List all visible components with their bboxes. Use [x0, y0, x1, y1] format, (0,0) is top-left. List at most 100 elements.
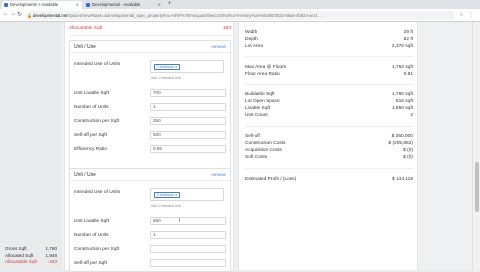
remove-unit-link[interactable]: remove — [211, 44, 226, 49]
chevron-down-icon: ▾ — [175, 193, 177, 197]
efficiency-ratio-input[interactable]: 0.85 — [150, 145, 226, 153]
close-tab-icon[interactable]: ✕ — [158, 1, 161, 9]
intended-use-select[interactable]: 1 bedroom▾ — [150, 60, 224, 73]
result-row: Buildable Sqft 1,760 sqft — [245, 92, 413, 97]
intended-use-label: Intended Use of Units — [74, 62, 121, 67]
result-value: $ (0) — [403, 155, 413, 160]
remove-unit-link[interactable]: remove — [211, 172, 226, 177]
number-of-units-label: Number of Units — [74, 105, 109, 110]
construction-per-sqft-input[interactable] — [150, 245, 226, 253]
result-label: Livable Sqft — [245, 106, 271, 111]
intended-use-chip[interactable]: 1 bedroom▾ — [154, 64, 180, 70]
page: Gross Sqft 1,760 Allocated Sqft 1,948 Al… — [0, 22, 480, 272]
summary-label: Allocatable Sqft — [5, 259, 37, 264]
favicon-icon — [86, 3, 90, 7]
selloff-per-sqft-input[interactable]: 500 — [150, 131, 226, 139]
forward-icon[interactable]: → — [10, 11, 16, 17]
summary-row: Allocatable Sqft -183 — [5, 259, 57, 266]
selloff-per-sqft-label: Sell-off per Sqft — [74, 261, 107, 266]
reload-icon[interactable]: ↻ — [17, 11, 22, 18]
intended-use-help: Add 2 intended Use — [151, 204, 181, 208]
result-value: 0.81 — [403, 72, 413, 77]
livable-sqft-input[interactable]: 850 — [150, 217, 226, 225]
result-value: 1,760 sqft — [391, 92, 413, 97]
selloff-per-sqft-input[interactable] — [150, 259, 226, 267]
unit-header: Unit / Use — [74, 172, 96, 178]
tab-strip: Developments > Available ✕ Developmental… — [0, 0, 480, 9]
livable-sqft-label: Unit Livable Sqft — [74, 91, 109, 96]
result-label: Acquisition Costs — [245, 148, 282, 153]
allocatable-value: 183 — [222, 26, 231, 31]
result-label: Floor Area Ratio — [245, 72, 280, 77]
intended-use-chip[interactable]: 2 bedroom▾ — [154, 192, 180, 198]
tab-title: Developments > Available — [10, 2, 59, 7]
result-value: 616 sqft — [395, 99, 413, 104]
result-row: Soft Costs $ (0) — [245, 155, 413, 160]
result-label: Depth — [245, 37, 258, 42]
result-row: Acquisition Costs $ (0) — [245, 148, 413, 153]
number-of-units-input[interactable]: 1 — [150, 231, 226, 239]
result-value: 2 — [410, 113, 413, 118]
result-label: Unit Count — [245, 113, 268, 118]
result-row: Depth 82 ft — [245, 37, 413, 42]
scrollbar-thumb[interactable] — [475, 162, 479, 212]
chevron-down-icon: ▾ — [175, 65, 177, 69]
construction-per-sqft-label: Construction per Sqft — [74, 247, 120, 252]
result-row: Max Area @ Floors 1,762 sqft — [245, 65, 413, 70]
tab-title: Developmental - Available — [92, 2, 141, 7]
browser-menu-icons[interactable]: ☆ ⋮ — [459, 12, 476, 18]
lock-icon: 🔒 — [27, 13, 32, 18]
construction-per-sqft-input[interactable]: 250 — [150, 117, 226, 125]
url-field[interactable]: 🔒 developmental.net/spaces/new#ttask=&de… — [25, 11, 455, 20]
intended-use-select[interactable]: 2 bedroom▾ — [150, 188, 224, 201]
browser-tab[interactable]: Developmental - Available ✕ — [84, 1, 164, 9]
intended-use-help: Add 1 intended Use — [151, 76, 181, 80]
result-value: $ 350,000 — [391, 134, 413, 139]
result-label: Buildable Sqft — [245, 92, 275, 97]
number-of-units-input[interactable]: 1 — [150, 103, 226, 111]
livable-sqft-input[interactable]: 700 — [150, 89, 226, 97]
scrollbar[interactable] — [472, 22, 480, 270]
divider — [245, 126, 413, 127]
result-label: Estimated Profit / (Loss) — [245, 177, 297, 182]
livable-sqft-label: Unit Livable Sqft — [74, 219, 109, 224]
sqft-summary: Gross Sqft 1,760 Allocated Sqft 1,948 Al… — [5, 246, 57, 266]
url-path: /spaces/new#ttask=&developmental_spec_pr… — [67, 13, 321, 18]
favicon-icon — [4, 3, 8, 7]
divider — [70, 52, 230, 53]
allocatable-sqft: Allocatable Sqft 183 — [69, 26, 231, 31]
divider — [245, 56, 413, 57]
unit-form-panel: Allocatable Sqft 183 Unit / Use remove I… — [64, 22, 234, 272]
result-label: Sell-off — [245, 134, 260, 139]
result-label: Construction Costs — [245, 141, 286, 146]
result-value: $ (205,882) — [388, 141, 413, 146]
address-bar-row: ← → ↻ 🔒 developmental.net/spaces/new#tta… — [0, 9, 480, 22]
divider — [70, 180, 230, 181]
result-value: 82 ft — [403, 37, 413, 42]
result-row: Floor Area Ratio 0.81 — [245, 72, 413, 77]
result-label: Width — [245, 30, 258, 35]
summary-value: -183 — [47, 259, 57, 264]
text-cursor-icon: I — [179, 218, 181, 224]
divider — [245, 168, 413, 169]
result-value: 1,762 sqft — [391, 65, 413, 70]
browser-tab[interactable]: Developments > Available ✕ — [2, 1, 82, 9]
url-host: developmental.net — [33, 13, 68, 18]
result-value: $ (0) — [403, 148, 413, 153]
allocatable-label: Allocatable Sqft — [69, 26, 103, 31]
result-value: 29 ft — [403, 30, 413, 35]
close-tab-icon[interactable]: ✕ — [76, 1, 79, 9]
result-value: 1,650 sqft — [391, 106, 413, 111]
result-row: Construction Costs $ (205,882) — [245, 141, 413, 146]
number-of-units-label: Number of Units — [74, 233, 109, 238]
back-icon[interactable]: ← — [3, 11, 9, 17]
result-value: 2,376 sqft — [391, 44, 413, 49]
result-label: Soft Costs — [245, 155, 268, 160]
result-label: Lot Area — [245, 44, 263, 49]
result-value: $ 144,118 — [392, 177, 413, 182]
result-row: Unit Count 2 — [245, 113, 413, 118]
left-sidebar: Gross Sqft 1,760 Allocated Sqft 1,948 Al… — [0, 22, 62, 270]
construction-per-sqft-label: Construction per Sqft — [74, 119, 120, 124]
divider — [69, 35, 231, 36]
new-tab-button[interactable]: + — [168, 1, 172, 8]
